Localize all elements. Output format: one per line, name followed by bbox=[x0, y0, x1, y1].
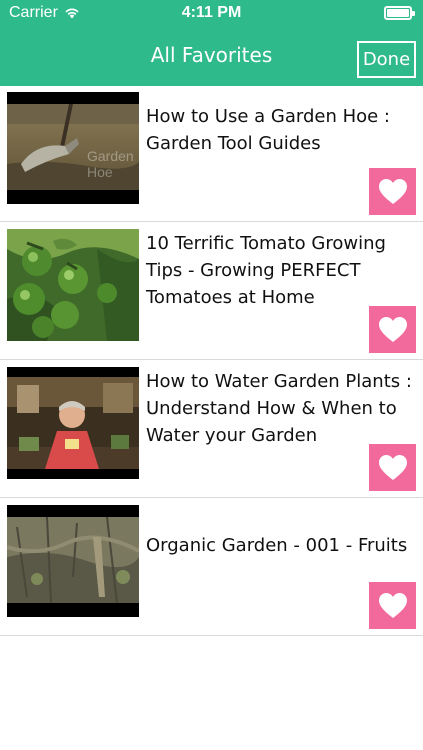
video-thumbnail[interactable] bbox=[7, 367, 139, 479]
video-thumbnail[interactable]: Garden Hoe bbox=[7, 92, 139, 204]
list-item[interactable]: 10 Terrific Tomato Growing Tips - Growin… bbox=[0, 222, 423, 360]
list-item[interactable]: How to Water Garden Plants : Understand … bbox=[0, 360, 423, 498]
battery-level bbox=[387, 9, 409, 17]
favorite-button[interactable] bbox=[369, 168, 416, 215]
favorite-button[interactable] bbox=[369, 444, 416, 491]
video-title[interactable]: How to Water Garden Plants : Understand … bbox=[146, 368, 413, 449]
thumbnail-watermark: Garden Hoe bbox=[87, 148, 134, 180]
done-button[interactable]: Done bbox=[357, 41, 416, 78]
heart-icon bbox=[378, 593, 407, 618]
video-title[interactable]: Organic Garden - 001 - Fruits bbox=[146, 532, 413, 559]
list-item[interactable]: Organic Garden - 001 - Fruits bbox=[0, 498, 423, 636]
navigation-bar: All Favorites Done bbox=[0, 28, 423, 86]
video-thumbnail[interactable] bbox=[7, 229, 139, 341]
status-bar: Carrier 4:11 PM bbox=[0, 0, 423, 28]
man-in-greenhouse-thumbnail bbox=[7, 377, 139, 469]
heart-icon bbox=[378, 317, 407, 342]
favorite-button[interactable] bbox=[369, 306, 416, 353]
list-item[interactable]: Garden Hoe How to Use a Garden Hoe : Gar… bbox=[0, 86, 423, 222]
favorite-button[interactable] bbox=[369, 582, 416, 629]
status-time: 4:11 PM bbox=[181, 4, 242, 21]
video-title[interactable]: How to Use a Garden Hoe : Garden Tool Gu… bbox=[146, 103, 413, 157]
video-thumbnail[interactable] bbox=[7, 505, 139, 617]
video-title[interactable]: 10 Terrific Tomato Growing Tips - Growin… bbox=[146, 230, 413, 311]
tomato-plant-thumbnail bbox=[7, 229, 139, 341]
garden-ground-thumbnail bbox=[7, 517, 139, 603]
heart-icon bbox=[378, 179, 407, 204]
heart-icon bbox=[378, 455, 407, 480]
battery-icon bbox=[384, 6, 415, 20]
favorites-list: Garden Hoe How to Use a Garden Hoe : Gar… bbox=[0, 86, 423, 636]
